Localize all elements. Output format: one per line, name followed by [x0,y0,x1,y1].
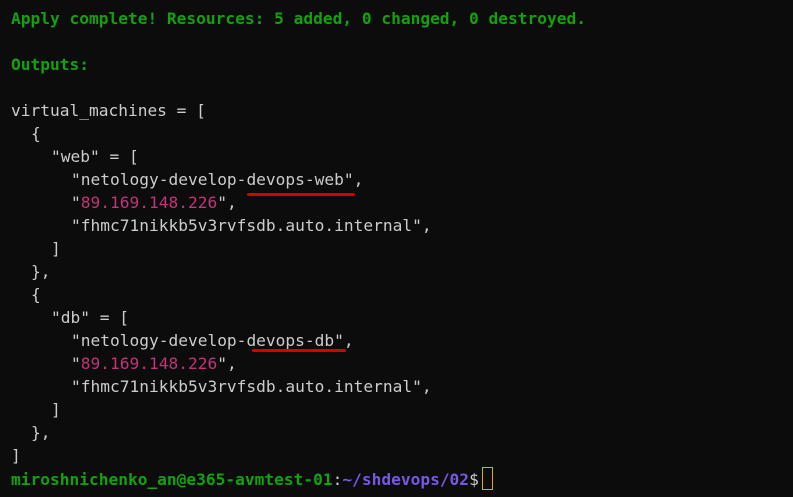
comma: , [226,354,237,373]
comma: , [343,331,354,350]
quote: " [334,331,344,350]
outputs-label: Outputs: [11,55,89,74]
quote: " [217,193,227,212]
quote: " [71,193,81,212]
quote: " [71,170,81,189]
prompt-path: ~/shdevops/02 [342,470,470,489]
web-name-line: "netology-develop-devops-web", [71,168,363,191]
db-name-highlight: devops-db [246,331,335,350]
web-key-line: "web" = [ [51,147,139,166]
text-cursor[interactable] [481,467,493,490]
db-ip: 89.169.148.226 [80,354,218,373]
quote: " [71,354,81,373]
virtual-machines-close: ] [11,446,21,465]
db-list-close: ] [51,400,61,419]
web-name-highlight: devops-web [246,170,344,189]
shell-prompt[interactable]: miroshnichenko_an@e365-avmtest-01:~/shde… [11,467,493,490]
web-fqdn-line: "fhmc71nikkb5v3rvfsdb.auto.internal", [71,216,432,235]
web-block-close: }, [31,262,51,281]
quote: " [217,354,227,373]
comma: , [226,193,237,212]
web-name-underline [247,193,355,196]
terminal-window[interactable]: Apply complete! Resources: 5 added, 0 ch… [0,0,793,497]
web-ip: 89.169.148.226 [80,193,218,212]
db-ip-line: "89.169.148.226", [71,352,237,375]
web-ip-line: "89.169.148.226", [71,191,237,214]
db-block-close: }, [31,423,51,442]
web-list-close: ] [51,239,61,258]
prompt-symbol: $ [469,470,479,489]
apply-status-line: Apply complete! Resources: 5 added, 0 ch… [11,9,586,28]
comma: , [353,170,364,189]
virtual-machines-open: virtual_machines = [ [11,101,206,120]
quote: " [71,331,81,350]
web-name-prefix: netology-develop- [80,170,247,189]
prompt-separator: : [332,470,343,489]
db-fqdn-line: "fhmc71nikkb5v3rvfsdb.auto.internal", [71,377,432,396]
db-name-underline [252,349,346,352]
quote: " [343,170,354,189]
db-name-prefix: netology-develop- [80,331,247,350]
web-block-open: { [31,124,41,143]
db-block-open: { [31,285,41,304]
prompt-user-host: miroshnichenko_an@e365-avmtest-01 [11,470,333,489]
db-key-line: "db" = [ [51,308,129,327]
